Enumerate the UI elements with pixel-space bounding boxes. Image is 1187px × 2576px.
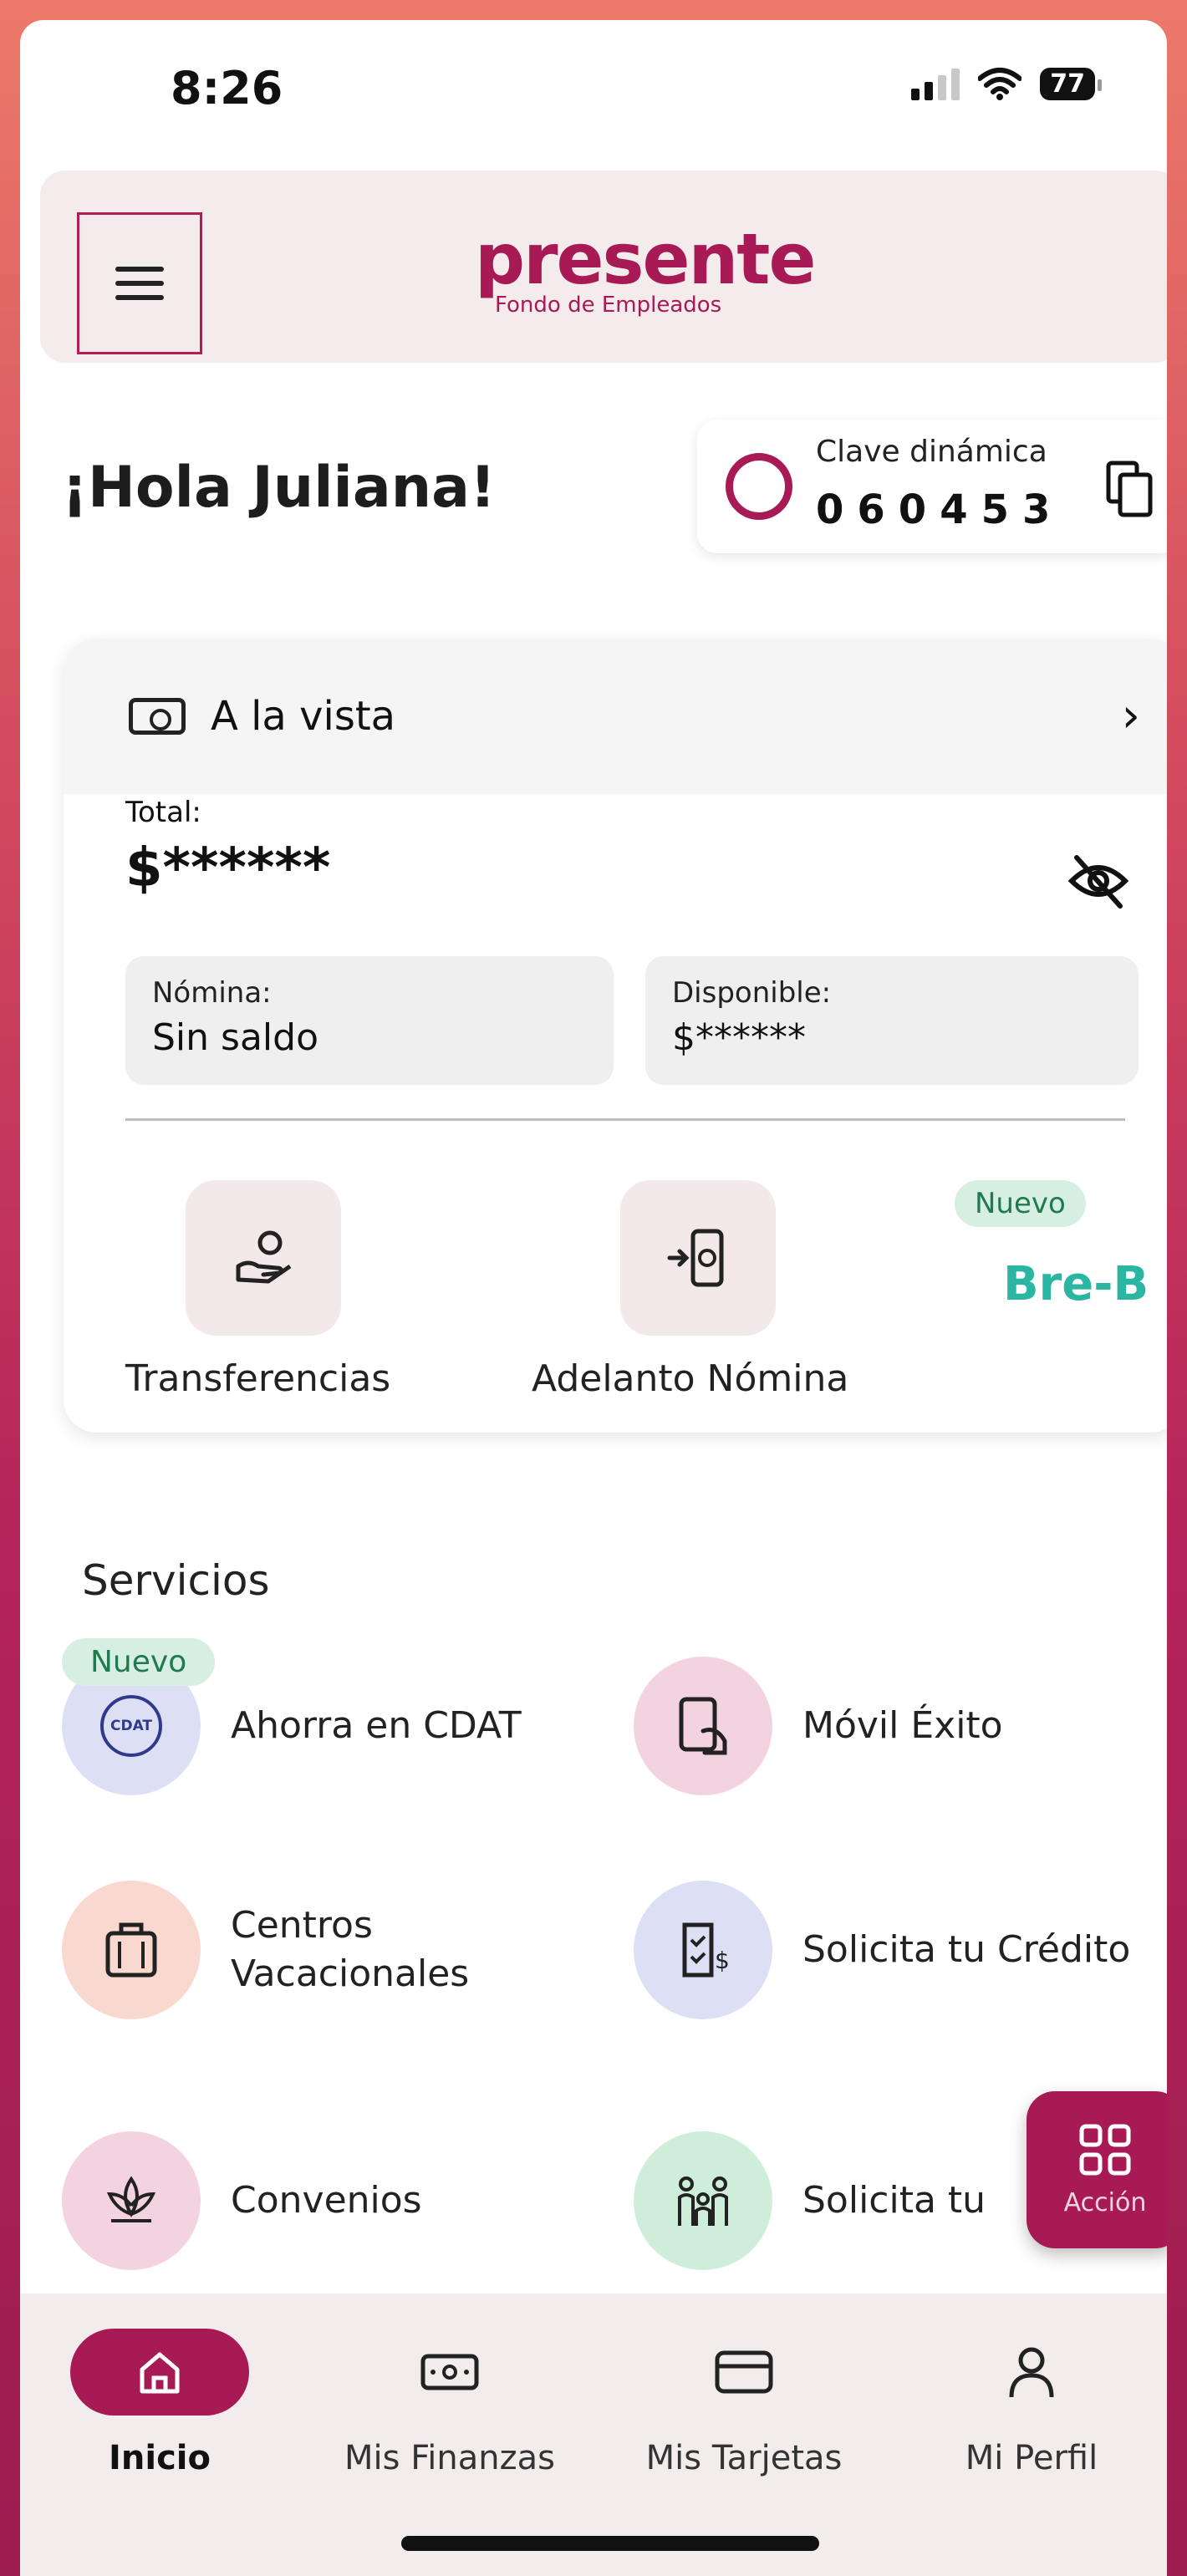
card-icon [715,2350,773,2394]
service-movil-exito[interactable]: Móvil Éxito [634,1657,1003,1795]
action-fab-label: Acción [1063,2187,1147,2217]
wifi-icon [978,68,1022,100]
money-icon [129,698,186,735]
service-label: Ahorra en CDAT [231,1704,522,1747]
nav-label: Mi Perfil [965,2439,1098,2477]
app-screen: 8:26 77 presente Fondo de Empleados ¡Hol… [20,20,1167,2576]
account-header[interactable]: A la vista › [64,639,1167,794]
nomina-label: Nómina: [152,976,272,1010]
payroll-advance-icon [667,1229,724,1287]
service-label: Centros Vacacionales [231,1904,470,1995]
service-label: Solicita tu [802,2179,986,2222]
nav-item-mis-tarjetas[interactable]: Mis Tarjetas [635,2329,853,2477]
new-badge: Nuevo [62,1638,216,1686]
nav-label: Mis Tarjetas [645,2439,843,2477]
status-icons: 77 [911,67,1102,100]
breb-button[interactable]: Bre-B [1003,1257,1149,1311]
nav-label: Mis Finanzas [344,2439,555,2477]
greeting-title: ¡Hola Juliana! [62,455,497,521]
money-icon [420,2354,479,2390]
action-fab-button[interactable]: Acción [1027,2091,1167,2248]
nomina-value: Sin saldo [152,1016,318,1059]
account-card: A la vista › Total: $****** Nómina: Sin … [64,639,1167,1433]
home-indicator [401,2536,819,2551]
total-value: $****** [125,837,331,899]
battery-indicator: 77 [1040,67,1102,100]
service-label: Móvil Éxito [802,1704,1003,1747]
nav-item-mis-finanzas[interactable]: Mis Finanzas [341,2329,558,2477]
services-title: Servicios [82,1556,270,1605]
brand-name: presente [475,218,816,300]
profile-icon [1009,2347,1054,2398]
payroll-advance-label[interactable]: Adelanto Nómina [532,1357,848,1400]
nav-item-inicio[interactable]: Inicio [70,2329,249,2477]
hamburger-icon [115,267,164,300]
dynamic-key-card: Clave dinámica 060453 [697,420,1167,553]
brand-logo: presente Fondo de Empleados [475,218,816,318]
service-credito[interactable]: $ Solicita tu Crédito [634,1881,1130,2019]
dynamic-key-code: 060453 [816,486,1064,533]
copy-icon[interactable] [1105,460,1155,520]
transfer-button[interactable] [186,1180,341,1336]
disponible-label: Disponible: [672,976,832,1010]
disponible-value: $****** [672,1016,806,1059]
nomina-box: Nómina: Sin saldo [125,956,614,1085]
phone-hand-icon [634,1657,772,1795]
nav-label: Inicio [109,2439,211,2477]
app-header: presente Fondo de Empleados [40,171,1167,363]
nav-item-mi-perfil[interactable]: Mi Perfil [948,2329,1115,2477]
transfer-icon [236,1230,292,1284]
service-label: Solicita tu Crédito [802,1928,1131,1971]
dynamic-key-label: Clave dinámica [816,435,1047,469]
bottom-navigation: Inicio Mis Finanzas Mis Tarjetas Mi Perf… [20,2293,1167,2576]
new-badge: Nuevo [955,1180,1086,1227]
luggage-icon [62,1881,201,2019]
service-centros-vacacionales[interactable]: Centros Vacacionales [62,1881,469,2019]
menu-button[interactable] [77,212,202,354]
credit-icon: $ [634,1881,772,2019]
total-label: Total: [125,796,201,829]
family-icon [634,2131,772,2270]
timer-ring-icon [726,453,792,520]
chevron-right-icon[interactable]: › [1122,689,1140,743]
account-title: A la vista [211,693,396,740]
divider [125,1118,1125,1121]
grid-icon [1079,2124,1131,2175]
disponible-box: Disponible: $****** [645,956,1139,1085]
service-convenios[interactable]: Convenios [62,2131,422,2270]
signal-icon [911,67,960,100]
service-solicita[interactable]: Solicita tu [634,2131,986,2270]
transfer-label[interactable]: Transferencias [125,1357,390,1400]
home-icon [70,2329,249,2416]
eye-off-icon[interactable] [1065,848,1132,914]
svg-text:$: $ [715,1947,730,1974]
service-label: Convenios [231,2179,422,2222]
lotus-icon [62,2131,201,2270]
status-time: 8:26 [171,62,283,115]
payroll-advance-button[interactable] [620,1180,776,1336]
